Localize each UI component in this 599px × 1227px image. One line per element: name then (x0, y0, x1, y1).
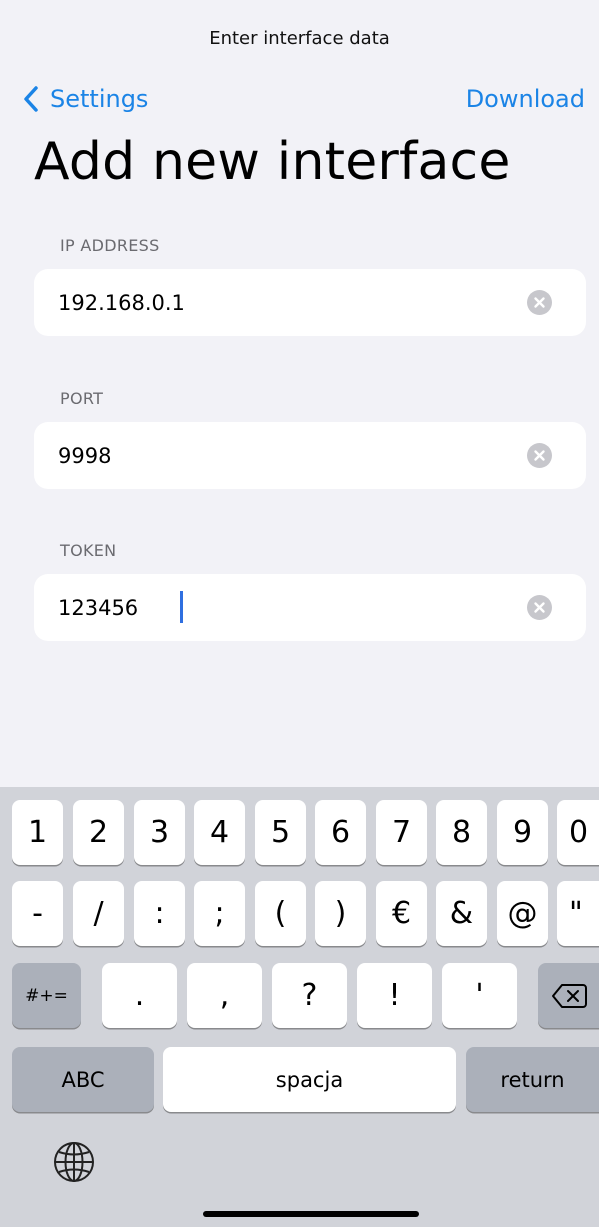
text-cursor (180, 591, 183, 623)
token-clear-button[interactable] (527, 595, 552, 620)
port-field-container (34, 422, 586, 489)
key-euro[interactable]: € (376, 881, 427, 946)
key-close-paren[interactable]: ) (315, 881, 366, 946)
key-ampersand[interactable]: & (436, 881, 487, 946)
chevron-left-icon (24, 86, 38, 112)
clear-circle-icon (534, 450, 545, 461)
back-button[interactable]: Settings (22, 84, 148, 114)
key-8[interactable]: 8 (436, 800, 487, 865)
key-9[interactable]: 9 (497, 800, 548, 865)
key-7[interactable]: 7 (376, 800, 427, 865)
key-2[interactable]: 2 (73, 800, 124, 865)
page-title: Add new interface (34, 132, 511, 192)
port-clear-button[interactable] (527, 443, 552, 468)
abc-key[interactable]: ABC (12, 1047, 154, 1112)
ip-address-label: IP ADDRESS (60, 236, 160, 255)
key-4[interactable]: 4 (194, 800, 245, 865)
key-open-paren[interactable]: ( (255, 881, 306, 946)
key-period[interactable]: . (102, 963, 177, 1028)
ip-address-field-container (34, 269, 586, 336)
token-field-container (34, 574, 586, 641)
key-5[interactable]: 5 (255, 800, 306, 865)
globe-icon (54, 1142, 94, 1182)
download-button[interactable]: Download (466, 84, 585, 114)
key-6[interactable]: 6 (315, 800, 366, 865)
port-label: PORT (60, 389, 104, 408)
home-indicator (203, 1211, 419, 1217)
key-more-symbols[interactable]: #+= (12, 963, 81, 1028)
space-key[interactable]: spacja (163, 1047, 456, 1112)
key-hyphen[interactable]: - (12, 881, 63, 946)
key-question[interactable]: ? (272, 963, 347, 1028)
ip-address-input[interactable] (58, 269, 518, 336)
back-button-label: Settings (50, 85, 149, 113)
key-at[interactable]: @ (497, 881, 548, 946)
key-quote[interactable]: " (557, 881, 599, 946)
key-0[interactable]: 0 (557, 800, 599, 865)
key-comma[interactable]: , (187, 963, 262, 1028)
return-key[interactable]: return (466, 1047, 599, 1112)
ip-address-clear-button[interactable] (527, 290, 552, 315)
key-exclamation[interactable]: ! (357, 963, 432, 1028)
token-label: TOKEN (60, 541, 117, 560)
clear-circle-icon (534, 297, 545, 308)
token-input[interactable] (58, 574, 518, 641)
globe-button[interactable] (52, 1140, 96, 1184)
key-colon[interactable]: : (134, 881, 185, 946)
delete-key[interactable] (538, 963, 599, 1028)
key-3[interactable]: 3 (134, 800, 185, 865)
key-apostrophe[interactable]: ' (442, 963, 517, 1028)
key-semicolon[interactable]: ; (194, 881, 245, 946)
key-1[interactable]: 1 (12, 800, 63, 865)
backspace-icon (551, 983, 587, 1008)
nav-title: Enter interface data (209, 28, 390, 49)
clear-circle-icon (534, 602, 545, 613)
port-input[interactable] (58, 422, 518, 489)
key-slash[interactable]: / (73, 881, 124, 946)
